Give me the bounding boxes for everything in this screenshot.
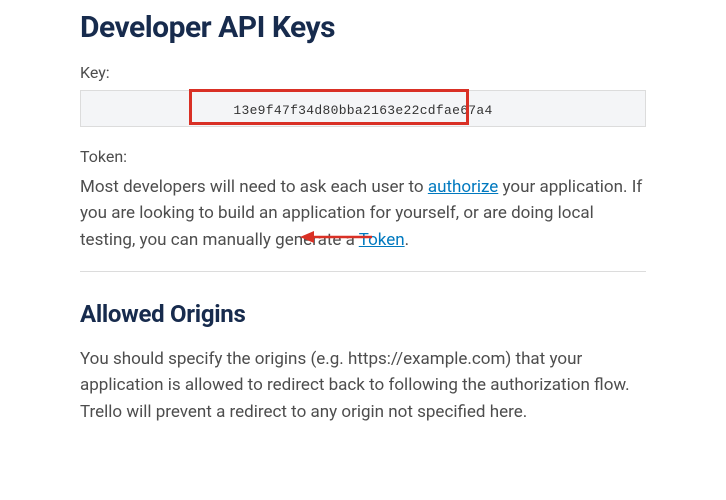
allowed-origins-heading: Allowed Origins <box>80 300 646 328</box>
desc-text-3: . <box>405 230 409 250</box>
authorize-link[interactable]: authorize <box>428 177 498 197</box>
key-label: Key: <box>80 63 646 82</box>
token-label: Token: <box>80 147 646 166</box>
token-link[interactable]: Token <box>359 230 405 250</box>
api-key-box: 13e9f47f34d80bba2163e22cdfae67a4 <box>80 90 646 127</box>
allowed-origins-description: You should specify the origins (e.g. htt… <box>80 346 646 425</box>
api-key-value[interactable]: 13e9f47f34d80bba2163e22cdfae67a4 <box>233 103 492 118</box>
section-divider <box>80 271 646 272</box>
token-description: Most developers will need to ask each us… <box>80 174 646 253</box>
page-title: Developer API Keys <box>80 10 646 45</box>
desc-text-1: Most developers will need to ask each us… <box>80 177 428 197</box>
